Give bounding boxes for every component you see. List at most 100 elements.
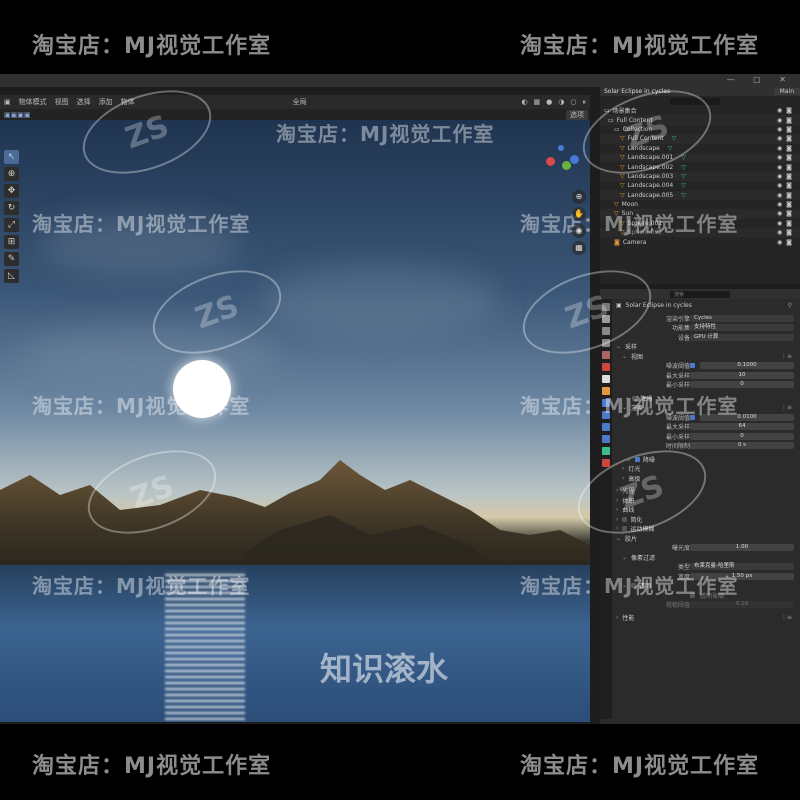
modifier-icon: ▽ [681, 163, 686, 171]
visibility-toggle-icon[interactable]: ◉◙ [777, 220, 796, 227]
data-tab-icon[interactable] [602, 447, 610, 455]
annotate-tool-icon[interactable]: ✎ [4, 252, 19, 266]
shading-material-icon[interactable]: ◑ [558, 98, 564, 107]
r-time-limit-row: 时间限制 0 s [614, 441, 800, 451]
watermark-top-right: 淘宝店：MJ视觉工作室 [520, 34, 760, 59]
visibility-toggle-icon[interactable]: ◉◙ [777, 210, 796, 217]
feature-set-select[interactable]: 支持特性 [690, 324, 794, 332]
window-controls[interactable]: — ▢ ✕ [727, 75, 794, 84]
xray-icon[interactable]: ▦ [534, 98, 541, 107]
watermark-mid-7: 淘宝店：MJ视觉工作室 [520, 574, 739, 598]
editor-type-icon[interactable]: ▣ [4, 98, 11, 106]
performance-section[interactable]: › 性能 ⋮≡ [614, 613, 800, 623]
r-min-samples-field[interactable]: 0 [690, 432, 794, 440]
shading-solid-icon[interactable]: ● [546, 98, 552, 107]
scene-selector[interactable]: Main [773, 88, 800, 95]
list-menu-icon[interactable]: ⋮≡ [781, 353, 792, 360]
pixel-filter-section[interactable]: ⌄ 像素过滤 [614, 553, 800, 563]
visibility-toggle-icon[interactable]: ◉◙ [777, 107, 796, 114]
r-time-limit-label: 时间限制 [665, 443, 690, 451]
watermark-mid-4: 淘宝店：MJ视觉工作室 [32, 394, 251, 418]
mesh-icon: ▽ [620, 191, 625, 199]
vp-noise-threshold-field[interactable]: 0.1000 [700, 362, 794, 370]
menu-add[interactable]: 添加 [99, 97, 113, 107]
exposure-field[interactable]: 1.00 [690, 544, 794, 552]
shading-controls: ◐ ▦ ● ◑ ○ ⏸ [521, 98, 590, 107]
list-menu-icon[interactable]: ⋮≡ [781, 614, 792, 621]
outliner-row[interactable]: ▽ Landscape.005 ▽ ◉◙ [600, 190, 800, 200]
visibility-toggle-icon[interactable]: ◉◙ [777, 201, 796, 208]
vp-min-samples-row: 最小采样 0 [614, 380, 800, 390]
options-dropdown[interactable]: 选项 [566, 109, 588, 120]
scale-tool-icon[interactable]: ⤢ [4, 218, 19, 232]
render-engine-select[interactable]: Cycles [690, 314, 794, 322]
menu-select[interactable]: 选择 [77, 97, 91, 107]
sampling-label: 采样 [625, 344, 638, 352]
watermark-bottom-left: 淘宝店：MJ视觉工作室 [32, 754, 272, 779]
cursor-tool-icon[interactable]: ⊕ [4, 167, 19, 181]
watermark-bottom-right: 淘宝店：MJ视觉工作室 [520, 754, 760, 779]
viewport-subsection[interactable]: ⌄ 视图 ⋮≡ [614, 352, 800, 362]
constraints-tab-icon[interactable] [602, 435, 610, 443]
mesh-icon: ▽ [620, 182, 625, 190]
visibility-toggle-icon[interactable]: ◉◙ [777, 229, 796, 236]
physics-tab-icon[interactable] [602, 423, 610, 431]
transform-tool-icon[interactable]: ⊞ [4, 235, 19, 249]
visibility-toggle-icon[interactable]: ◉◙ [777, 239, 796, 246]
pan-hand-icon[interactable]: ✋ [572, 207, 586, 221]
viewport-subheader: ▣▣▣▣ 选项 [0, 109, 590, 120]
visibility-toggle-icon[interactable]: ◉◙ [777, 182, 796, 189]
visibility-toggle-icon[interactable]: ◉◙ [777, 173, 796, 180]
modifier-icon: ▽ [681, 172, 686, 180]
device-select[interactable]: GPU 计算 [690, 333, 794, 341]
outliner-row[interactable]: ◙ Camera ◉◙ [600, 237, 800, 246]
visibility-toggle-icon[interactable]: ◉◙ [777, 164, 796, 171]
roughness-threshold-field[interactable]: 0.10 [690, 601, 794, 609]
visibility-toggle-icon[interactable]: ◉◙ [777, 135, 796, 142]
move-tool-icon[interactable]: ✥ [4, 184, 19, 198]
r-max-samples-field[interactable]: 64 [690, 423, 794, 431]
select-tool-icon[interactable]: ↖ [4, 150, 19, 164]
select-mode-icons[interactable]: ▣▣▣▣ [4, 111, 30, 119]
zoom-icon[interactable]: ⊕ [572, 190, 586, 204]
pin-icon[interactable]: ⚲ [788, 302, 792, 309]
visibility-toggle-icon[interactable]: ◉◙ [777, 192, 796, 199]
watermark-mid-5: 淘宝店：MJ视觉工作室 [520, 394, 739, 418]
menu-view[interactable]: 视图 [55, 97, 69, 107]
vp-max-samples-field[interactable]: 10 [690, 371, 794, 379]
outliner-row[interactable]: ▽ Landscape.004 ▽ ◉◙ [600, 181, 800, 190]
mode-select[interactable]: 物体模式 [19, 97, 47, 107]
visibility-toggle-icon[interactable]: ◉◙ [777, 117, 796, 124]
outliner-item-label: Camera [622, 238, 647, 246]
r-time-limit-field[interactable]: 0 s [690, 442, 794, 450]
measure-tool-icon[interactable]: ◺ [4, 269, 19, 283]
sampling-section[interactable]: ⌄ 采样 [614, 342, 800, 352]
rotate-tool-icon[interactable]: ↻ [4, 201, 19, 215]
list-menu-icon[interactable]: ⋮≡ [781, 404, 792, 411]
visibility-toggle-icon[interactable]: ◉◙ [777, 154, 796, 161]
r-min-samples-row: 最小采样 0 [614, 432, 800, 442]
device-label: 设备 [677, 334, 690, 342]
vp-noise-threshold-checkbox[interactable] [690, 363, 695, 369]
viewport-sec-label: 视图 [631, 353, 644, 361]
pixel-filter-label: 像素过滤 [631, 554, 656, 562]
vp-min-samples-field[interactable]: 0 [690, 381, 794, 389]
watermark-mid-1: 淘宝店：MJ视觉工作室 [276, 122, 495, 146]
scene-tab-icon[interactable] [602, 351, 610, 359]
pause-icon[interactable]: ⏸ [583, 98, 587, 107]
vp-min-samples-label: 最小采样 [665, 382, 690, 390]
shading-rendered-icon[interactable]: ○ [570, 98, 576, 107]
film-section[interactable]: ⌄ 胶片 [614, 534, 800, 544]
properties-search-input[interactable]: 搜索 [670, 290, 730, 298]
visibility-toggle-icon[interactable]: ◉◙ [777, 126, 796, 133]
camera-view-icon[interactable]: ◉ [572, 224, 586, 238]
device-row: 设备 GPU 计算 [614, 333, 800, 343]
transform-orientation[interactable]: 全局 [293, 97, 307, 107]
overlay-icon[interactable]: ◐ [521, 98, 527, 107]
world-tab-icon[interactable] [602, 363, 610, 371]
visibility-toggle-icon[interactable]: ◉◙ [777, 145, 796, 152]
modifier-icon: ▽ [681, 182, 686, 190]
grid-view-icon[interactable]: ▦ [572, 241, 586, 255]
collection-tab-icon[interactable] [602, 375, 610, 383]
camera-icon: ◙ [614, 238, 620, 246]
